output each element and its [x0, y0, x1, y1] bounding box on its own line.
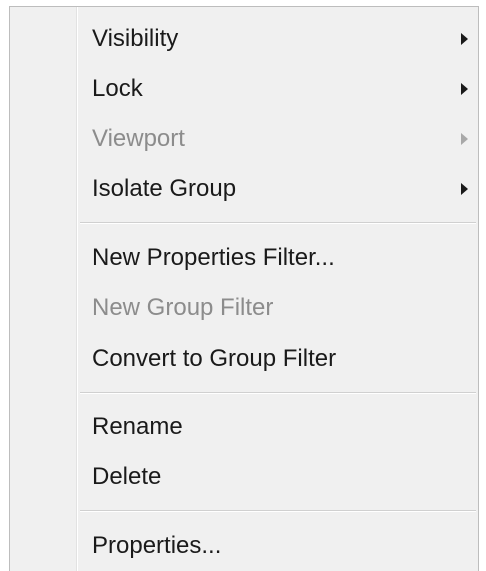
menu-item-label: Lock [92, 75, 143, 102]
menu-item-new-group-filter: New Group Filter [10, 284, 478, 332]
menu-item-lock[interactable]: Lock [10, 65, 478, 113]
menu-separator [80, 222, 476, 224]
menu-separator [80, 392, 476, 394]
menu-item-label: New Group Filter [92, 294, 274, 321]
menu-item-convert-to-group-filter[interactable]: Convert to Group Filter [10, 335, 478, 383]
menu-item-label: Convert to Group Filter [92, 345, 337, 372]
menu-item-label: Delete [92, 463, 162, 490]
menu-item-rename[interactable]: Rename [10, 403, 478, 451]
menu-item-properties[interactable]: Properties... [10, 522, 478, 570]
menu-separator [80, 510, 476, 512]
menu-item-delete[interactable]: Delete [10, 453, 478, 501]
menu-item-viewport: Viewport [10, 115, 478, 163]
submenu-arrow-icon [461, 133, 468, 145]
submenu-arrow-icon [461, 83, 468, 95]
menu-item-label: Isolate Group [92, 175, 237, 202]
menu-item-label: Visibility [92, 25, 179, 52]
menu-item-label: Rename [92, 413, 183, 440]
submenu-arrow-icon [461, 33, 468, 45]
submenu-arrow-icon [461, 183, 468, 195]
menu-item-visibility[interactable]: Visibility [10, 15, 478, 63]
menu-item-label: Properties... [92, 532, 222, 559]
menu-item-isolate-group[interactable]: Isolate Group [10, 165, 478, 213]
menu-item-label: New Properties Filter... [92, 244, 335, 271]
menu-item-label: Viewport [92, 125, 185, 152]
menu-item-new-properties-filter[interactable]: New Properties Filter... [10, 234, 478, 282]
context-menu: Visibility Lock Viewport Isolate Group N… [9, 6, 479, 571]
